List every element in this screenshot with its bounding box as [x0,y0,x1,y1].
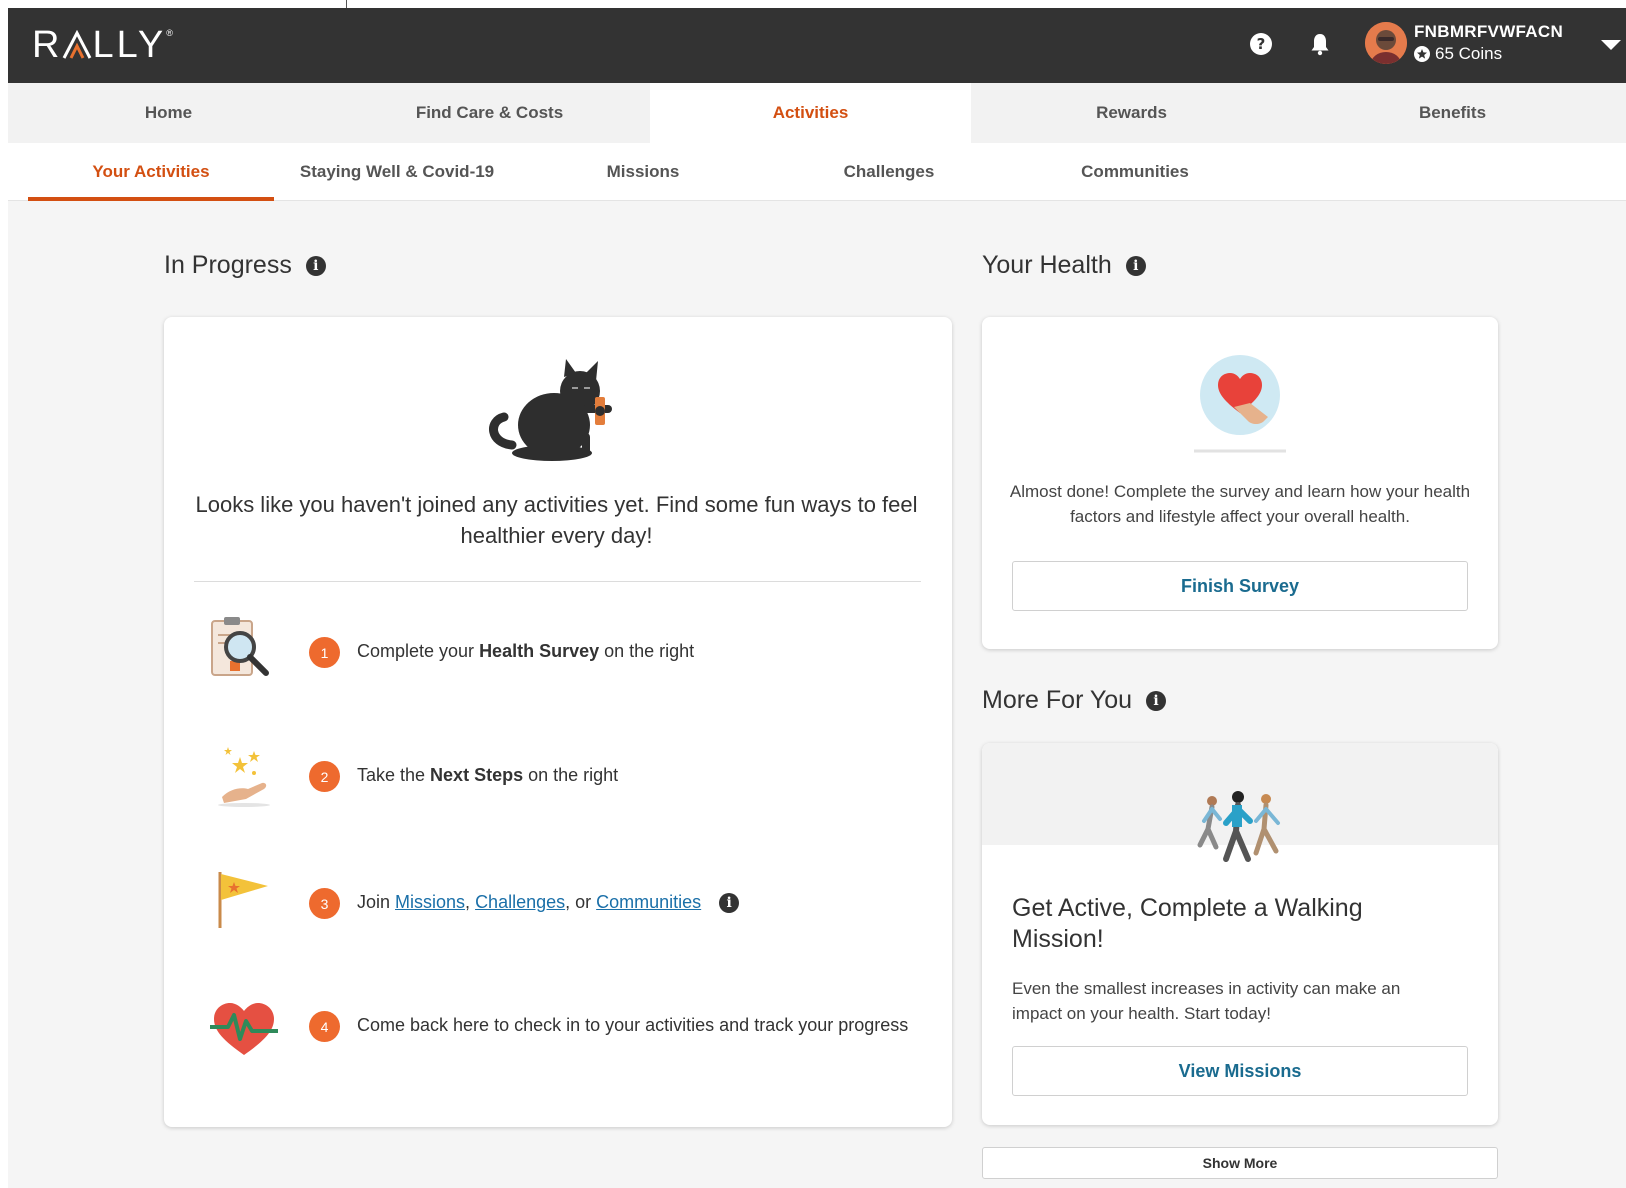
info-icon[interactable]: i [305,255,326,276]
step-text-pre: Complete your [357,641,475,661]
link-separator: , [465,892,471,912]
in-progress-title: In Progress [164,251,292,279]
step-text: Complete your Health Survey on the right [357,641,694,662]
more-for-you-title: More For You [982,686,1133,714]
top-divider-line [346,0,347,8]
coins-balance[interactable]: 65 Coins [1414,44,1502,64]
info-icon[interactable]: i [1125,255,1146,276]
hand-stars-icon [218,747,270,807]
mission-card-title: Get Active, Complete a Walking Mission! [1012,894,1363,953]
main-nav: Home Find Care & Costs Activities Reward… [8,83,1626,143]
divider [194,581,921,582]
more-for-you-heading: More For You i [982,686,1167,715]
step-text-post: on the right [604,641,695,661]
subtab-challenges[interactable]: Challenges [766,143,1012,201]
step-text: Join Missions , Challenges , or Communit… [357,892,740,913]
heart-hand-icon [1194,355,1286,453]
communities-link[interactable]: Communities [596,892,701,913]
subtab-communities[interactable]: Communities [1012,143,1258,201]
walkers-illustration [1197,791,1280,862]
missions-link[interactable]: Missions [395,892,465,913]
subtab-staying-well[interactable]: Staying Well & Covid-19 [274,143,520,201]
info-icon[interactable]: i [719,892,740,913]
rally-logo[interactable]: R LLY® [32,24,173,67]
finish-survey-button[interactable]: Finish Survey [1012,561,1468,611]
your-health-title: Your Health [982,251,1112,279]
link-separator: , or [565,892,592,912]
step-number-badge: 3 [309,888,340,919]
mission-card-description: Even the smallest increases in activity … [1012,979,1401,1023]
avatar[interactable] [1365,22,1407,64]
cat-illustration [489,359,612,461]
svg-text:?: ? [1257,35,1266,53]
in-progress-heading: In Progress i [164,251,326,280]
caret-down-icon[interactable] [1601,40,1621,50]
tab-find-care-costs[interactable]: Find Care & Costs [329,83,650,143]
health-survey-text: Almost done! Complete the survey and lea… [1009,482,1471,526]
top-bar: R LLY® ? FNBMRFVWFACN 65 Coins [8,8,1626,83]
in-progress-card: Looks like you haven't joined any activi… [164,317,952,1127]
step-text: Take the Next Steps on the right [357,765,618,786]
step-number-badge: 4 [309,1011,340,1042]
your-health-heading: Your Health i [982,251,1146,280]
challenges-link[interactable]: Challenges [475,892,565,913]
step-text-bold: Health Survey [479,641,600,661]
logo-a-mark [63,30,92,59]
step-4: 4 Come back here to check in to your act… [194,987,924,1067]
step-text: Come back here to check in to your activ… [357,1015,909,1035]
subtab-missions[interactable]: Missions [520,143,766,201]
empty-state-message: Looks like you haven't joined any activi… [195,492,918,548]
sub-nav: Your Activities Staying Well & Covid-19 … [8,143,1626,201]
step-number-badge: 2 [309,761,340,792]
tab-rewards[interactable]: Rewards [971,83,1292,143]
walking-mission-card: Get Active, Complete a Walking Mission! … [982,743,1498,1125]
step-1: 1 Complete your Health Survey on the rig… [194,613,924,693]
tab-activities[interactable]: Activities [650,83,971,143]
step-text-post: on the right [528,765,619,785]
avatar-person-icon [1365,22,1407,64]
coins-label: 65 Coins [1435,44,1503,63]
subtab-your-activities[interactable]: Your Activities [28,143,274,201]
bell-icon[interactable] [1308,32,1332,56]
step-2: 2 Take the Next Steps on the right [194,737,924,817]
step-text-pre: Take the [357,765,426,785]
tab-home[interactable]: Home [8,83,329,143]
step-3: 3 Join Missions , Challenges , or Commun… [194,864,924,944]
coin-icon [1414,46,1430,62]
step-text-bold: Next Steps [430,765,524,785]
show-more-button[interactable]: Show More [982,1147,1498,1179]
flag-icon [218,872,268,928]
step-text-pre: Join [357,892,391,912]
info-icon[interactable]: i [1146,690,1167,711]
view-missions-button[interactable]: View Missions [1012,1046,1468,1096]
step-number-badge: 1 [309,637,340,668]
user-name[interactable]: FNBMRFVWFACN [1414,22,1563,42]
tab-benefits[interactable]: Benefits [1292,83,1613,143]
help-icon[interactable]: ? [1249,32,1273,56]
your-health-card: Almost done! Complete the survey and lea… [982,317,1498,649]
logo-registered-mark: ® [166,28,173,38]
heartbeat-icon [210,1003,278,1055]
app-frame: R LLY® ? FNBMRFVWFACN 65 Coins Home Find… [8,8,1626,1188]
clipboard-magnifier-icon [211,617,269,676]
